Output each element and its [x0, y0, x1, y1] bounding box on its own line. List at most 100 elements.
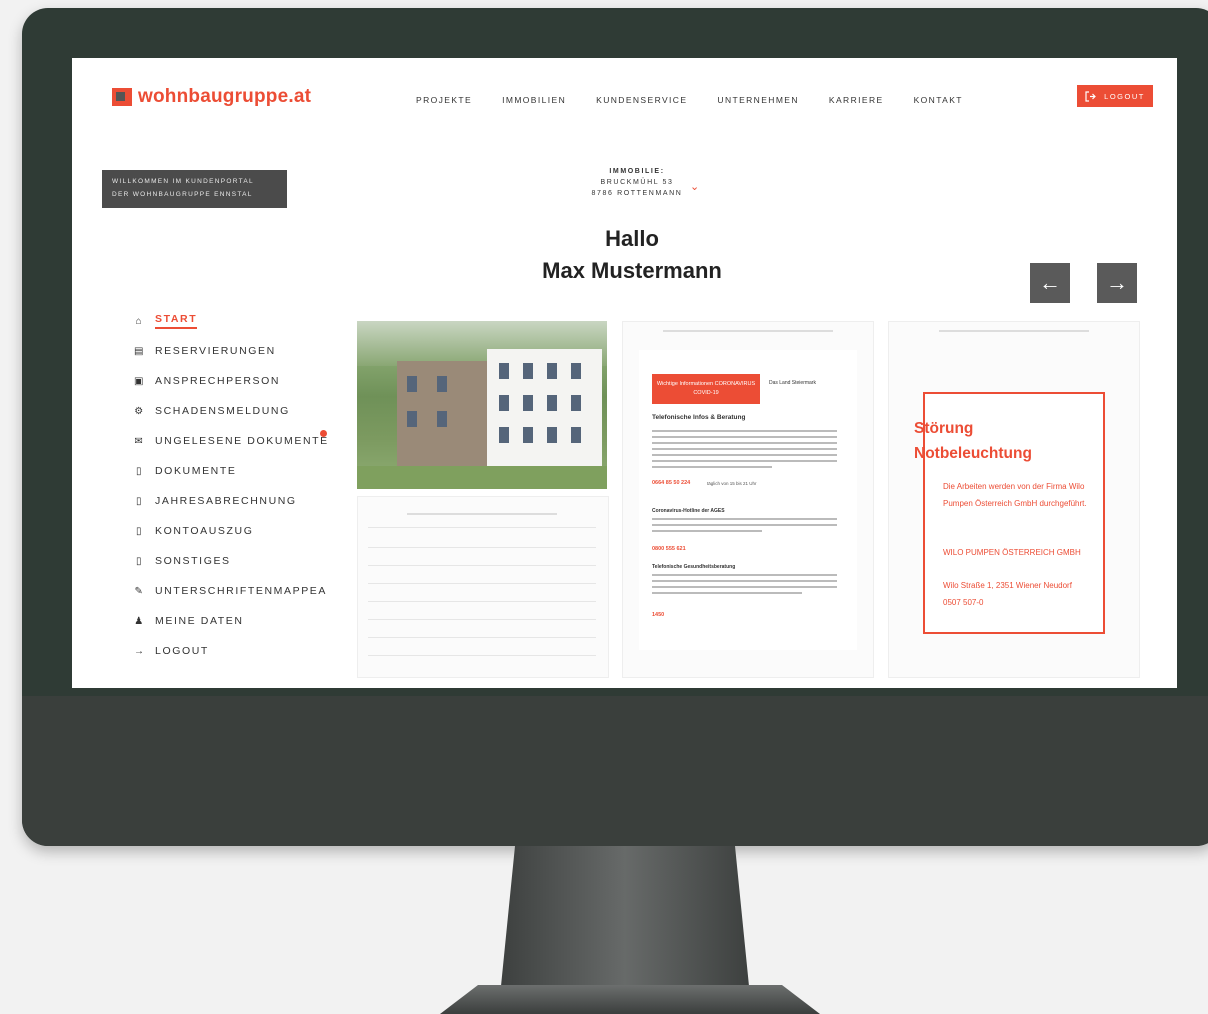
- photo-building-left: [397, 361, 487, 471]
- sidebar-item-label: JAHRESABRECHNUNG: [155, 495, 297, 507]
- sidebar-item-unterschriftenmappe[interactable]: ✎ UNTERSCHRIFTENMAPPEA: [134, 576, 329, 606]
- table-row: [368, 637, 596, 649]
- nav-unternehmen[interactable]: UNTERNEHMEN: [717, 95, 799, 105]
- nav-kundenservice[interactable]: KUNDENSERVICE: [596, 95, 687, 105]
- nav-projekte[interactable]: PROJEKTE: [416, 95, 472, 105]
- sidebar-item-start[interactable]: ⌂ START: [134, 306, 329, 336]
- sidebar-item-label: SCHADENSMELDUNG: [155, 405, 290, 417]
- main-nav: PROJEKTE IMMOBILIEN KUNDENSERVICE UNTERN…: [416, 95, 963, 105]
- sidebar-item-kontoauszug[interactable]: ▯ KONTOAUSZUG: [134, 516, 329, 546]
- property-selector[interactable]: IMMOBILIE: BRUCKMÜHL 53 8786 ROTTENMANN: [572, 166, 702, 199]
- prev-arrow-button[interactable]: ←: [1030, 263, 1070, 303]
- unread-badge-icon: [320, 430, 327, 437]
- land-steiermark-logo: Das Land Steiermark: [769, 380, 816, 386]
- monitor-stand: [500, 846, 750, 996]
- sidebar: ⌂ START ▤ RESERVIERUNGEN ▣ ANSPRECHPERSO…: [134, 306, 329, 666]
- photo-lawn: [357, 466, 607, 489]
- document-icon: ▤: [134, 345, 146, 357]
- monitor-chin: [22, 696, 1208, 846]
- sidebar-item-meine-daten[interactable]: ♟ MEINE DATEN: [134, 606, 329, 636]
- alert-phone: 0507 507-0: [943, 598, 984, 607]
- ages-text-block: [652, 518, 837, 532]
- file-icon: ▯: [135, 555, 144, 567]
- logo-text: wohnbaugruppe.at: [138, 86, 312, 107]
- table-row: [368, 583, 596, 595]
- screen: wohnbaugruppe.at PROJEKTE IMMOBILIEN KUN…: [72, 58, 1177, 688]
- arrow-left-icon: ←: [1039, 270, 1061, 295]
- nav-karriere[interactable]: KARRIERE: [829, 95, 884, 105]
- sidebar-item-label: MEINE DATEN: [155, 615, 244, 627]
- welcome-line-2: DER WOHNBAUGRUPPE ENNSTAL: [112, 191, 253, 198]
- sidebar-item-label: DOKUMENTE: [155, 465, 237, 477]
- alert-title: Störung Notbeleuchtung: [914, 416, 1096, 466]
- hotline-steiermark: 0664 85 50 224: [652, 480, 691, 486]
- sidebar-item-sonstiges[interactable]: ▯ SONSTIGES: [134, 546, 329, 576]
- property-city: 8786 ROTTENMANN: [591, 190, 683, 197]
- corona-info-sheet: Wichtige Informationen CORONAVIRUS COVID…: [639, 350, 857, 650]
- sidebar-item-label: UNTERSCHRIFTENMAPPEA: [155, 585, 328, 597]
- sidebar-item-dokumente[interactable]: ▯ DOKUMENTE: [134, 456, 329, 486]
- alert-address: Wilo Straße 1, 2351 Wiener Neudorf: [943, 581, 1072, 590]
- welcome-line-1: WILLKOMMEN IM KUNDENPORTAL: [112, 178, 254, 185]
- hotline-steiermark-note: täglich von 15 bis 21 Uhr: [707, 481, 757, 486]
- table-row: [368, 527, 596, 539]
- monitor-stand-base: [440, 985, 820, 1014]
- gear-icon: ⚙: [134, 405, 145, 417]
- schedule-table-card: [357, 496, 609, 678]
- sidebar-item-label: ANSPRECHPERSON: [155, 375, 281, 387]
- card-header-line: [939, 330, 1089, 332]
- logo[interactable]: wohnbaugruppe.at: [112, 86, 311, 108]
- table-row: [368, 619, 596, 631]
- next-arrow-button[interactable]: →: [1097, 263, 1137, 303]
- pen-icon: ✎: [134, 585, 145, 597]
- property-street: BRUCKMÜHL 53: [600, 179, 674, 186]
- sidebar-item-logout[interactable]: → LOGOUT: [134, 636, 329, 666]
- table-row: [368, 601, 596, 613]
- info-text-block: [652, 430, 837, 472]
- file-icon: ▯: [135, 465, 144, 477]
- logo-icon: [112, 88, 132, 106]
- table-header-text: [368, 513, 596, 515]
- sidebar-item-reservierungen[interactable]: ▤ RESERVIERUNGEN: [134, 336, 329, 366]
- alert-title-line-2: Notbeleuchtung: [914, 445, 1032, 462]
- alert-description: Die Arbeiten werden von der Firma Wilo P…: [943, 482, 1087, 508]
- gesundheitsberatung-title: Telefonische Gesundheitsberatung: [652, 564, 736, 570]
- sidebar-item-ungelesene-dokumente[interactable]: ✉ UNGELESENE DOKUMENTE: [134, 426, 329, 456]
- sidebar-item-label: LOGOUT: [155, 645, 209, 657]
- hotline-1450: 1450: [652, 612, 665, 618]
- chevron-down-icon[interactable]: ⌄: [690, 180, 699, 193]
- header-logout-button[interactable]: LOGOUT: [1077, 85, 1153, 107]
- file-icon: ▯: [135, 495, 144, 507]
- ages-title: Coronavirus-Hotline der AGES: [652, 508, 725, 514]
- table-row: [368, 547, 596, 559]
- sidebar-item-label: UNGELESENE DOKUMENTE: [155, 435, 329, 447]
- sidebar-item-jahresabrechnung[interactable]: ▯ JAHRESABRECHNUNG: [134, 486, 329, 516]
- home-icon: ⌂: [135, 315, 144, 327]
- photo-building-right: [487, 349, 602, 469]
- sidebar-item-schadensmeldung[interactable]: ⚙ SCHADENSMELDUNG: [134, 396, 329, 426]
- sidebar-item-label: RESERVIERUNGEN: [155, 345, 276, 357]
- alert-card: Störung Notbeleuchtung Die Arbeiten werd…: [888, 321, 1140, 678]
- welcome-banner: WILLKOMMEN IM KUNDENPORTAL DER WOHNBAUGR…: [102, 170, 287, 208]
- alert-company: WILO PUMPEN ÖSTERREICH GMBH: [943, 548, 1081, 557]
- mail-icon: ✉: [134, 435, 145, 447]
- arrow-right-icon: →: [1106, 270, 1128, 295]
- corona-info-card: Wichtige Informationen CORONAVIRUS COVID…: [622, 321, 874, 678]
- property-label: IMMOBILIE:: [609, 168, 665, 175]
- building-photo: [357, 321, 607, 489]
- nav-kontakt[interactable]: KONTAKT: [914, 95, 963, 105]
- nav-immobilien[interactable]: IMMOBILIEN: [502, 95, 566, 105]
- covid-badge: Wichtige Informationen CORONAVIRUS COVID…: [652, 374, 760, 404]
- table-row: [368, 565, 596, 577]
- table-row: [368, 655, 596, 667]
- sidebar-item-label: SONSTIGES: [155, 555, 231, 567]
- logout-icon: [1085, 90, 1097, 102]
- alert-title-line-1: Störung: [914, 420, 974, 437]
- header-logout-label: LOGOUT: [1104, 91, 1145, 101]
- file-icon: ▯: [135, 525, 144, 537]
- card-header-line: [663, 330, 833, 332]
- sidebar-item-ansprechperson[interactable]: ▣ ANSPRECHPERSON: [134, 366, 329, 396]
- user-icon: ♟: [134, 615, 145, 627]
- logout-icon: →: [134, 645, 146, 657]
- sidebar-item-label: START: [155, 313, 198, 329]
